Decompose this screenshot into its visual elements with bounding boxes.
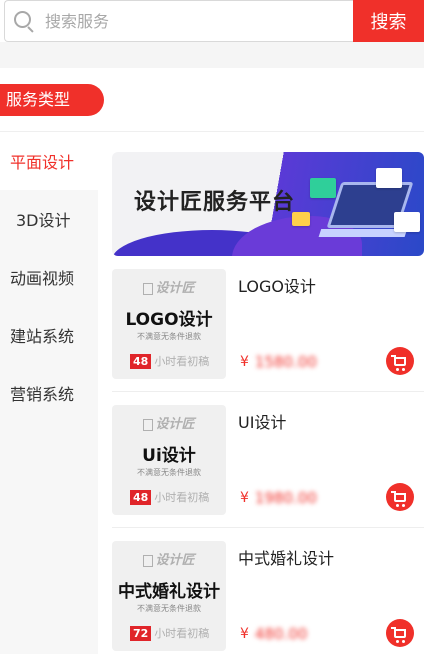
product-thumbnail: 设计匠 Ui设计 不满意无条件退款 48 小时看初稿 [112, 405, 226, 515]
add-to-cart-button[interactable] [386, 347, 414, 375]
product-card[interactable]: 设计匠 LOGO设计 不满意无条件退款 48 小时看初稿 LOGO设计 ¥1580… [112, 269, 424, 379]
divider [112, 527, 424, 528]
cart-icon [391, 490, 406, 507]
divider [112, 391, 424, 392]
category-sidebar: 平面设计 3D设计 动画视频 建站系统 营销系统 [0, 132, 98, 654]
product-name: 中式婚礼设计 [238, 549, 335, 568]
add-to-cart-button[interactable] [386, 619, 414, 647]
brand-logo-icon [143, 282, 154, 295]
sidebar-item-graphic-design[interactable]: 平面设计 [0, 132, 98, 190]
search-icon [13, 10, 35, 33]
product-card[interactable]: 设计匠 Ui设计 不满意无条件退款 48 小时看初稿 UI设计 ¥1980.00 [112, 405, 424, 515]
thumbnail-brand: 设计匠 [112, 277, 226, 296]
search-box[interactable] [4, 0, 353, 42]
brand-logo-icon [143, 554, 154, 567]
sidebar-item-3d-design[interactable]: 3D设计 [0, 190, 98, 248]
banner-card-decoration [376, 168, 402, 188]
search-button[interactable]: 搜索 [353, 0, 424, 42]
thumbnail-hours: 72 小时看初稿 [130, 625, 209, 641]
thumbnail-title: LOGO设计 [125, 310, 213, 330]
product-thumbnail: 设计匠 LOGO设计 不满意无条件退款 48 小时看初稿 [112, 269, 226, 379]
product-price: ¥1580.00 [240, 353, 317, 371]
product-name: UI设计 [238, 413, 287, 432]
thumbnail-subtitle: 不满意无条件退款 [137, 332, 201, 341]
product-card[interactable]: 设计匠 中式婚礼设计 不满意无条件退款 72 小时看初稿 中式婚礼设计 ¥480.… [112, 541, 424, 651]
banner-card-decoration [310, 178, 336, 198]
banner-card-decoration [292, 212, 310, 226]
divider-band [0, 42, 424, 68]
product-price: ¥480.00 [240, 625, 308, 643]
thumbnail-title: Ui设计 [142, 446, 196, 466]
sidebar-item-animation-video[interactable]: 动画视频 [0, 248, 98, 306]
thumbnail-brand: 设计匠 [112, 549, 226, 568]
thumbnail-subtitle: 不满意无条件退款 [137, 468, 201, 477]
thumbnail-brand: 设计匠 [112, 413, 226, 432]
cart-icon [391, 354, 406, 371]
thumbnail-hours: 48 小时看初稿 [130, 353, 209, 369]
promo-banner[interactable]: 设计匠服务平台 [112, 152, 424, 256]
add-to-cart-button[interactable] [386, 483, 414, 511]
product-name: LOGO设计 [238, 277, 316, 296]
thumbnail-subtitle: 不满意无条件退款 [137, 604, 201, 613]
thumbnail-hours: 48 小时看初稿 [130, 489, 209, 505]
section-title-service-type: 服务类型 [0, 84, 104, 116]
banner-card-decoration [394, 212, 420, 232]
thumbnail-title: 中式婚礼设计 [118, 582, 220, 602]
cart-icon [391, 626, 406, 643]
sidebar-item-marketing-system[interactable]: 营销系统 [0, 364, 98, 422]
banner-title: 设计匠服务平台 [134, 190, 296, 215]
search-bar: 搜索 [4, 0, 424, 42]
search-input[interactable] [45, 11, 325, 31]
product-price: ¥1980.00 [240, 489, 317, 507]
product-thumbnail: 设计匠 中式婚礼设计 不满意无条件退款 72 小时看初稿 [112, 541, 226, 651]
brand-logo-icon [143, 418, 154, 431]
sidebar-item-website-system[interactable]: 建站系统 [0, 306, 98, 364]
